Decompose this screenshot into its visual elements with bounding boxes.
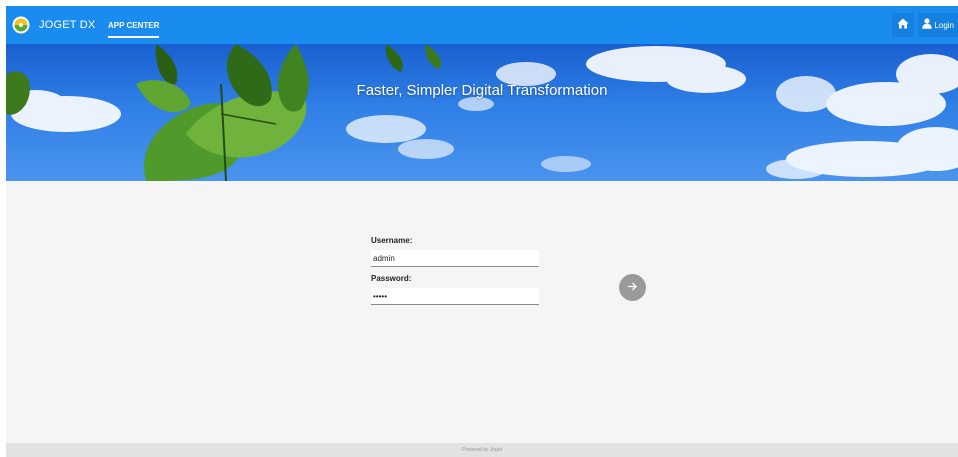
- login-form: Username: Password:: [371, 236, 539, 312]
- navbar-actions: Login: [888, 12, 958, 38]
- username-input[interactable]: [371, 250, 539, 267]
- banner-background-image: [6, 44, 958, 181]
- active-tab-indicator: [108, 36, 160, 38]
- top-navbar: JOGET DX APP CENTER Login: [6, 6, 958, 44]
- joget-logo-icon: [12, 16, 30, 34]
- login-label: Login: [934, 20, 954, 30]
- hero-banner: Faster, Simpler Digital Transformation: [6, 44, 958, 181]
- user-icon: [922, 16, 933, 34]
- home-button[interactable]: [892, 13, 915, 37]
- brand-name: JOGET DX: [39, 19, 96, 31]
- arrow-right-icon: [627, 279, 638, 297]
- password-label: Password:: [371, 274, 412, 283]
- password-input[interactable]: [371, 288, 539, 305]
- username-label: Username:: [371, 236, 413, 245]
- footer-text: Powered by Joget: [461, 447, 503, 453]
- page-frame: JOGET DX APP CENTER Login Faster, Simple…: [6, 6, 958, 457]
- tab-app-center[interactable]: APP CENTER: [108, 6, 160, 44]
- tab-app-center-label: APP CENTER: [108, 20, 160, 30]
- page-footer: Powered by Joget: [6, 443, 958, 457]
- brand[interactable]: JOGET DX: [12, 15, 95, 35]
- banner-title: Faster, Simpler Digital Transformation: [356, 82, 608, 99]
- login-submit-button[interactable]: [619, 274, 646, 301]
- home-icon: [897, 16, 909, 34]
- login-button[interactable]: Login: [918, 13, 958, 37]
